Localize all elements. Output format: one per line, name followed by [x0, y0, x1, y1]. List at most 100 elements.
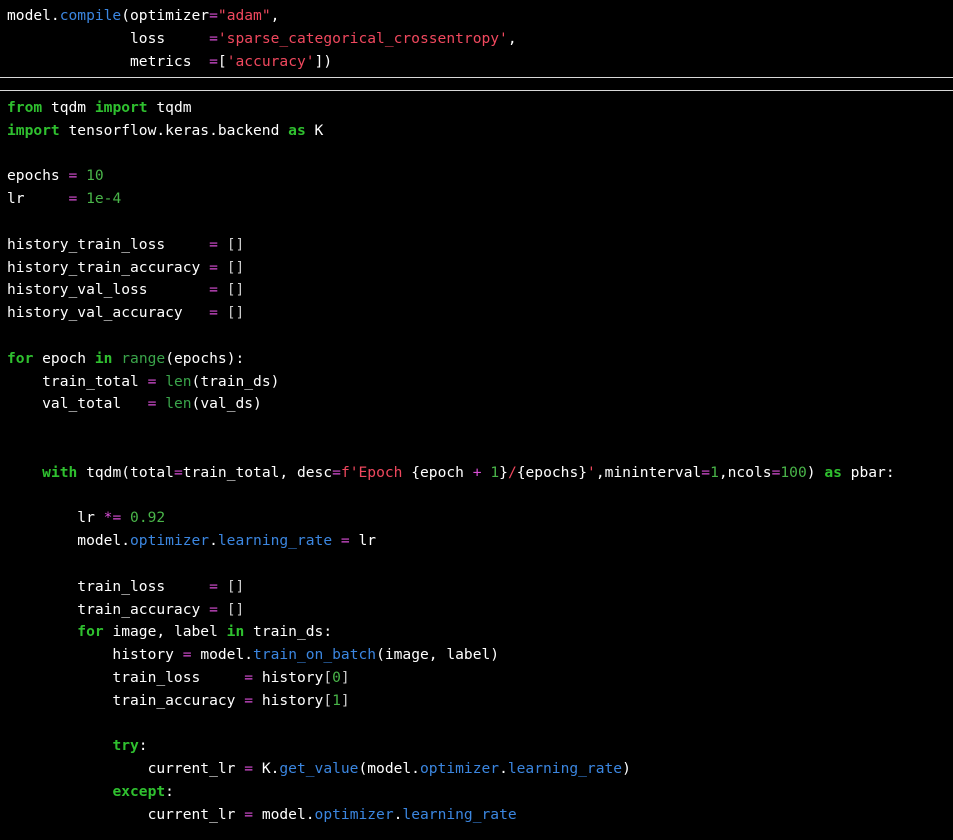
code-token: = [209, 52, 218, 70]
code-line: ​ [7, 485, 953, 508]
code-token: = [244, 805, 254, 823]
code-token: history_train_loss [7, 235, 210, 253]
code-line: ​ [7, 211, 953, 234]
code-token: model. [191, 646, 254, 664]
code-token: from [7, 99, 43, 116]
code-token: , [507, 29, 517, 47]
code-line: lr *= 0.92 [7, 507, 953, 530]
code-line: train_accuracy = history[1] [7, 690, 953, 713]
code-token: history [253, 691, 324, 709]
code-token: as [288, 121, 306, 139]
code-token: tensorflow.keras.backend [59, 121, 289, 139]
code-token: try [112, 737, 139, 755]
code-token: = [209, 235, 218, 253]
code-token: for [77, 623, 104, 641]
code-token: 0 [332, 668, 341, 686]
code-line: train_total = len(train_ds) [7, 371, 953, 394]
code-token: 0.92 [130, 509, 166, 527]
code-token: (val_ds) [191, 395, 262, 413]
code-token: [ [323, 691, 333, 709]
code-token: = [209, 258, 218, 276]
code-token: = [244, 760, 254, 778]
code-token: = [332, 463, 341, 481]
code-line: except: [7, 781, 953, 804]
code-token: learning_rate [402, 805, 517, 823]
code-token: range [121, 349, 166, 367]
code-line: for image, label in train_ds: [7, 621, 953, 644]
code-token: tqdm [147, 99, 192, 116]
code-token: ' [587, 463, 596, 481]
code-token: model. [253, 805, 315, 823]
code-token: ]) [314, 52, 333, 70]
code-token: metrics [7, 52, 210, 70]
code-token: optimizer [419, 760, 500, 778]
code-token: current_lr [7, 805, 245, 823]
code-token: "adam" [217, 7, 271, 24]
code-line: ​ [7, 416, 953, 439]
code-token: history [253, 668, 324, 686]
code-token: [ [323, 668, 333, 686]
code-token: + [472, 463, 482, 481]
code-token: = [209, 7, 218, 24]
code-token: , [270, 7, 280, 24]
code-token: = [173, 463, 183, 481]
code-token: [] [226, 258, 245, 276]
code-cell-compile[interactable]: model.compile(optimizer="adam", loss ='s… [0, 0, 953, 77]
code-token: history_val_accuracy [7, 304, 210, 322]
code-token: K [305, 121, 324, 139]
code-line: ​ [7, 325, 953, 348]
code-token: *= [103, 509, 122, 527]
code-token: len [165, 395, 192, 413]
code-line: with tqdm(total=train_total, desc=f'Epoc… [7, 462, 953, 485]
code-token: len [165, 372, 192, 390]
code-block-compile: model.compile(optimizer="adam", loss ='s… [0, 0, 953, 73]
code-token: = [340, 532, 350, 550]
code-token: (image, label) [376, 646, 500, 664]
code-token: [] [226, 600, 245, 618]
code-token: = [209, 600, 218, 618]
code-token: 10 [86, 167, 104, 185]
code-token: = [244, 691, 254, 709]
code-token: history_val_loss [7, 281, 210, 299]
code-token: optimizer [130, 532, 210, 550]
code-token: [] [226, 304, 245, 322]
code-line: train_accuracy = [] [7, 599, 953, 622]
code-token: = [244, 668, 254, 686]
code-line: lr = 1e-4 [7, 188, 953, 211]
code-token: model. [7, 532, 131, 550]
code-token: get_value [279, 760, 359, 778]
code-token: epoch [33, 349, 95, 367]
code-token: history [7, 646, 183, 664]
code-token: with [42, 463, 78, 481]
code-token: model. [7, 7, 60, 24]
code-token: [] [226, 577, 245, 595]
code-token: 1 [710, 463, 719, 481]
code-line: from tqdm import tqdm [7, 97, 953, 120]
code-token: pbar: [841, 463, 895, 481]
code-line: history_val_accuracy = [] [7, 302, 953, 325]
code-line: history = model.train_on_batch(image, la… [7, 644, 953, 667]
code-token: tqdm [42, 99, 95, 116]
code-token: in [94, 349, 113, 367]
code-token: train_on_batch [253, 646, 377, 664]
code-token: as [824, 463, 842, 481]
code-cell-training-loop[interactable]: from tqdm import tqdm import tensorflow.k… [0, 91, 953, 840]
code-token: import [94, 99, 148, 116]
code-token: train_loss [7, 577, 210, 595]
code-token: train_accuracy [7, 691, 245, 709]
code-token: . [499, 760, 508, 778]
code-token: ) [806, 463, 825, 481]
code-token: train_loss [7, 668, 245, 686]
code-token: f'Epoch [340, 463, 412, 481]
code-line: history_train_accuracy = [] [7, 257, 953, 280]
code-line: ​ [7, 439, 953, 462]
code-line: ​ [7, 553, 953, 576]
code-line: import tensorflow.keras.backend as K [7, 120, 953, 143]
